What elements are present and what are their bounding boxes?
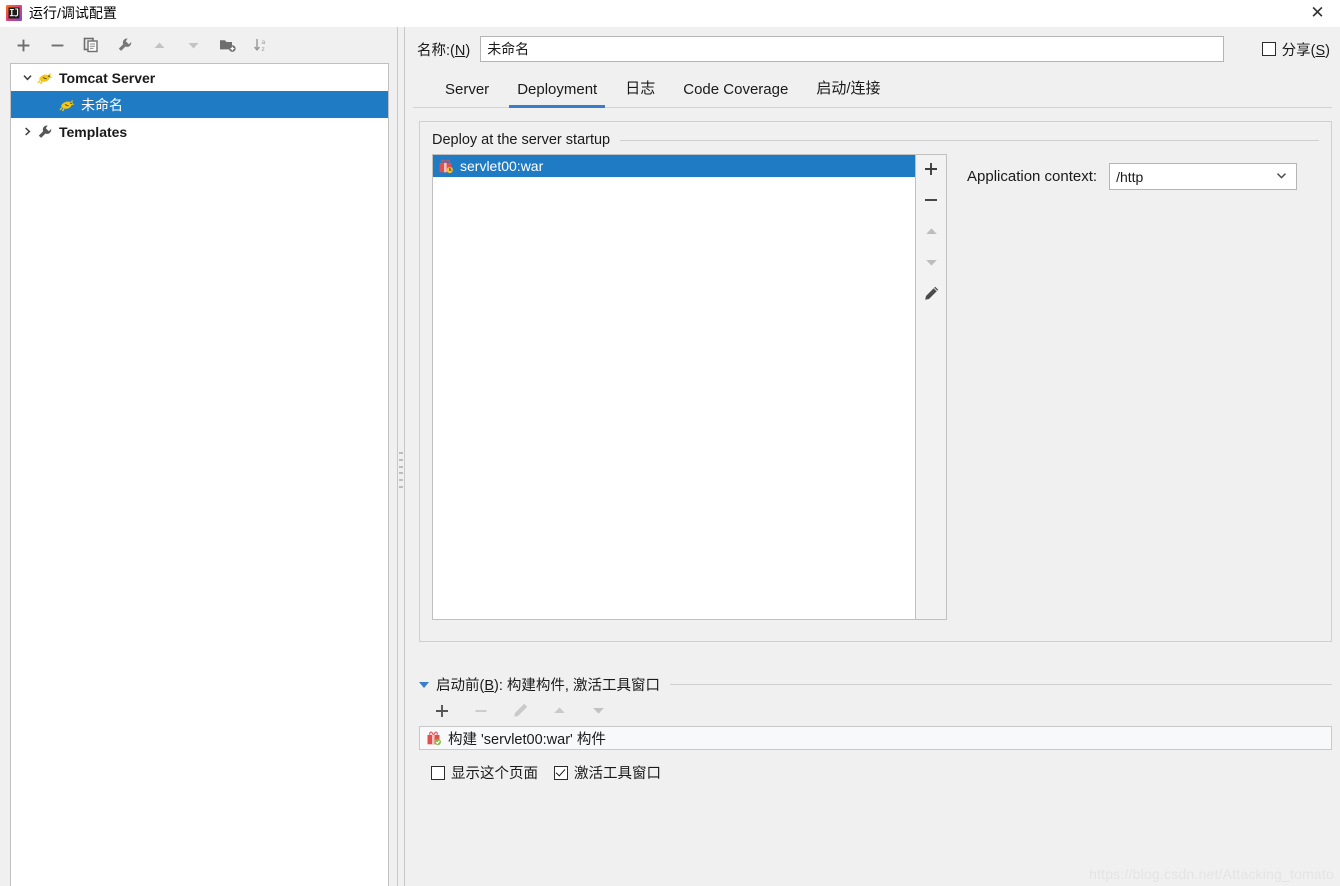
window-title-bar: 运行/调试配置 ✕ [0, 0, 1340, 27]
copy-configuration-icon[interactable] [80, 34, 102, 56]
activate-toolwindow-checkbox[interactable]: 激活工具窗口 [554, 762, 661, 783]
tab-server[interactable]: Server [431, 81, 503, 107]
configuration-editor-panel: 名称:(N) 分享(S) Server Deployment 日志 Code C… [405, 27, 1340, 886]
wrench-icon[interactable] [114, 34, 136, 56]
tab-deployment[interactable]: Deployment [503, 81, 611, 108]
tree-item-label: Tomcat Server [59, 69, 156, 86]
chevron-right-icon[interactable] [17, 126, 37, 137]
edit-task-button[interactable] [509, 700, 531, 722]
share-checkbox[interactable]: 分享(S) [1261, 39, 1330, 60]
tab-logs[interactable]: 日志 [611, 77, 669, 107]
move-artifact-down-button[interactable] [919, 251, 943, 273]
configurations-toolbar: a z [0, 27, 397, 63]
move-task-up-button[interactable] [548, 700, 570, 722]
remove-artifact-button[interactable] [919, 189, 943, 211]
wrench-icon [37, 124, 54, 140]
tab-code-coverage[interactable]: Code Coverage [669, 81, 802, 107]
artifacts-list[interactable]: servlet00:war [432, 154, 916, 620]
list-item-label: servlet00:war [460, 158, 544, 174]
name-input[interactable] [480, 36, 1224, 62]
tree-item-unnamed[interactable]: 未命名 [11, 91, 388, 118]
show-this-page-checkbox-box[interactable] [431, 765, 445, 780]
tomcat-icon [37, 70, 54, 86]
configurations-panel: a z Tomcat Server 未命名 Templates [0, 27, 397, 886]
remove-task-button[interactable] [470, 700, 492, 722]
intellij-idea-icon [6, 5, 22, 21]
list-item[interactable]: servlet00:war [433, 155, 915, 177]
deploy-group-title-label: Deploy at the server startup [432, 132, 611, 148]
application-context-row: Application context: /http [967, 154, 1298, 190]
before-launch-checkboxes: 显示这个页面 激活工具窗口 [419, 762, 1332, 783]
triangle-up-icon[interactable] [148, 34, 170, 56]
tree-item-label: 未命名 [81, 96, 123, 113]
before-launch-toolbar [419, 695, 1332, 726]
tree-item-tomcat-server[interactable]: Tomcat Server [11, 64, 388, 91]
share-checkbox-label: 分享(S) [1281, 42, 1330, 59]
watermark: https://blog.csdn.net/Attacking_tomato [1089, 866, 1334, 882]
deployment-panel: Deploy at the server startup servlet00:w… [419, 121, 1332, 642]
edit-artifact-button[interactable] [919, 282, 943, 304]
move-artifact-up-button[interactable] [919, 220, 943, 242]
before-launch-section: 启动前(B): 构建构件, 激活工具窗口 构建 'servlet00:war' … [419, 674, 1332, 783]
tree-item-label: Templates [59, 123, 128, 140]
configurations-tree[interactable]: Tomcat Server 未命名 Templates [10, 63, 389, 886]
triangle-down-icon[interactable] [419, 681, 429, 688]
deploy-row: servlet00:war Application context: /http [432, 154, 1319, 620]
name-label: 名称:(N) [417, 42, 471, 59]
svg-text:a: a [262, 39, 266, 46]
folder-plus-icon[interactable] [216, 34, 238, 56]
deploy-group-title: Deploy at the server startup [432, 132, 1319, 148]
panel-splitter[interactable] [397, 27, 405, 886]
share-checkbox-box[interactable] [1261, 42, 1276, 56]
before-launch-task-item[interactable]: 构建 'servlet00:war' 构件 [419, 726, 1332, 750]
add-task-button[interactable] [431, 700, 453, 722]
show-this-page-label: 显示这个页面 [451, 766, 538, 782]
before-launch-title-label: 启动前(B): 构建构件, 激活工具窗口 [436, 678, 660, 694]
application-context-label: Application context: [967, 168, 1098, 185]
activate-toolwindow-label: 激活工具窗口 [574, 766, 661, 782]
application-context-combobox[interactable]: /http [1109, 163, 1298, 190]
show-this-page-checkbox[interactable]: 显示这个页面 [431, 762, 538, 783]
artifacts-list-toolbar [916, 154, 947, 620]
artifact-icon [438, 158, 454, 174]
remove-configuration-button[interactable] [46, 34, 68, 56]
configuration-tabs[interactable]: Server Deployment 日志 Code Coverage 启动/连接 [413, 71, 1332, 108]
add-configuration-button[interactable] [12, 34, 34, 56]
chevron-down-icon[interactable] [1275, 169, 1288, 185]
before-launch-title[interactable]: 启动前(B): 构建构件, 激活工具窗口 [419, 674, 1332, 695]
chevron-down-icon[interactable] [17, 72, 37, 83]
sort-az-icon[interactable]: a z [250, 34, 272, 56]
window-title: 运行/调试配置 [29, 5, 117, 21]
tomcat-icon [59, 97, 76, 113]
dialog-body: a z Tomcat Server 未命名 Templates 名称:(N) 未… [0, 27, 1340, 886]
triangle-down-icon[interactable] [182, 34, 204, 56]
group-title-divider [620, 139, 1319, 141]
tab-startup-connection[interactable]: 启动/连接 [802, 77, 894, 107]
add-artifact-button[interactable] [919, 158, 943, 180]
application-context-value: /http [1116, 168, 1144, 185]
tree-item-templates[interactable]: Templates [11, 118, 388, 145]
splitter-grip[interactable] [399, 452, 403, 488]
before-launch-task-label: 构建 'servlet00:war' 构件 [448, 731, 606, 748]
svg-text:z: z [262, 46, 265, 53]
activate-toolwindow-checkbox-box[interactable] [554, 765, 568, 780]
before-launch-divider [669, 684, 1332, 685]
name-row: 名称:(N) 分享(S) [413, 27, 1340, 71]
artifact-icon [426, 730, 442, 746]
close-icon[interactable]: ✕ [1295, 0, 1340, 26]
move-task-down-button[interactable] [587, 700, 609, 722]
